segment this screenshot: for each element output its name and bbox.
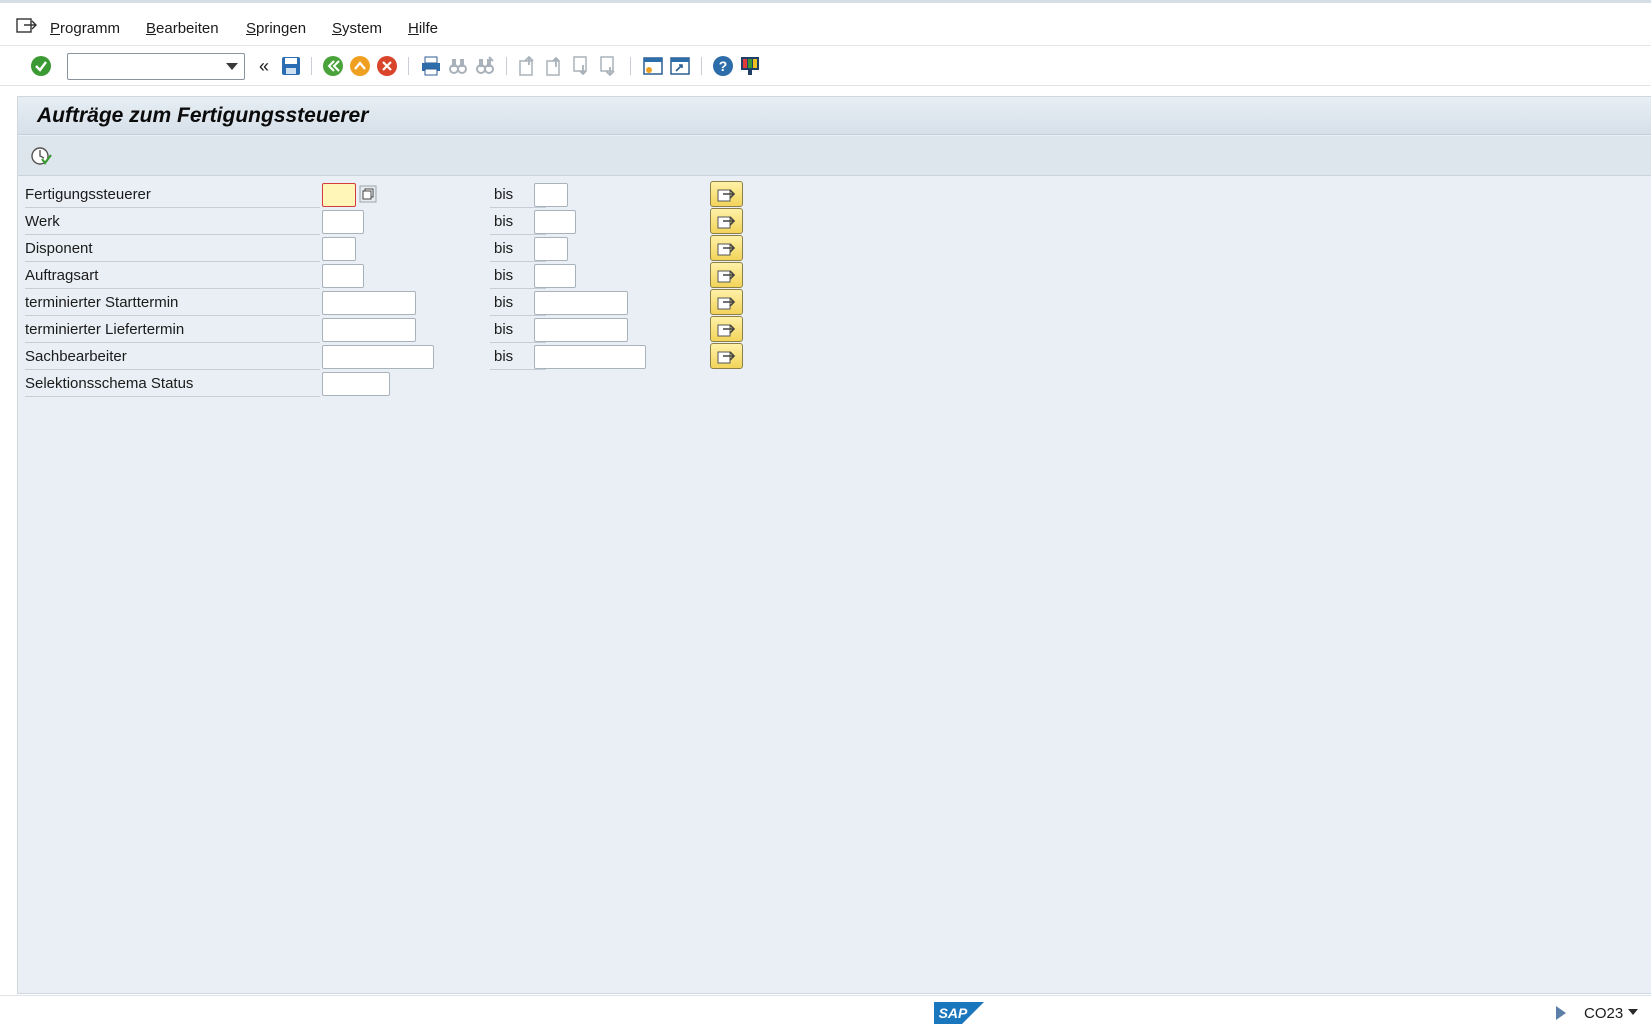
- previous-page-icon: [543, 54, 567, 78]
- disponent-to-input[interactable]: [535, 238, 567, 260]
- menu-hilfe[interactable]: Hilfe: [408, 20, 438, 37]
- sachbearbeiter-from-input[interactable]: [323, 346, 433, 368]
- selektionsschema-input[interactable]: [323, 373, 389, 395]
- starttermin-from-input[interactable]: [323, 292, 415, 314]
- fertigungssteuerer-from-input[interactable]: [323, 184, 355, 206]
- enter-check-icon[interactable]: [29, 54, 53, 78]
- cancel-icon[interactable]: [375, 54, 399, 78]
- status-expand-icon[interactable]: [1556, 1006, 1566, 1020]
- menu-bar: Programm Bearbeiten Springen System Hilf…: [0, 0, 1651, 46]
- standard-toolbar: « ?: [0, 46, 1651, 86]
- toolbar-separator: [630, 57, 631, 75]
- command-field[interactable]: [67, 53, 245, 80]
- auftragsart-to-input[interactable]: [535, 265, 575, 287]
- menu-exit-icon[interactable]: [16, 17, 38, 35]
- multiple-selection-button[interactable]: [710, 181, 743, 207]
- shortcut-icon[interactable]: [668, 54, 692, 78]
- fertigungssteuerer-to-field[interactable]: [534, 183, 568, 207]
- menu-bearbeiten[interactable]: Bearbeiten: [146, 20, 219, 37]
- field-label: terminierter Starttermin: [25, 294, 320, 316]
- selektionsschema-field[interactable]: [322, 372, 390, 396]
- toolbar-separator: [506, 57, 507, 75]
- field-label: Sachbearbeiter: [25, 348, 320, 370]
- multiple-selection-button[interactable]: [710, 262, 743, 288]
- menu-programm[interactable]: Programm: [50, 20, 120, 37]
- application-toolbar: [18, 136, 1651, 176]
- field-label: Disponent: [25, 240, 320, 262]
- liefertermin-from-field[interactable]: [322, 318, 416, 342]
- help-icon[interactable]: ?: [711, 54, 735, 78]
- main-area: Aufträge zum Fertigungssteuerer Fertigun…: [17, 96, 1651, 994]
- disponent-from-input[interactable]: [323, 238, 355, 260]
- fertigungssteuerer-from-field[interactable]: [322, 183, 356, 207]
- toolbar-separator: [408, 57, 409, 75]
- sachbearbeiter-from-field[interactable]: [322, 345, 434, 369]
- first-page-icon: [516, 54, 540, 78]
- command-input[interactable]: [68, 54, 218, 79]
- find-next-icon: [473, 54, 497, 78]
- werk-to-input[interactable]: [535, 211, 575, 233]
- svg-text:?: ?: [719, 58, 728, 74]
- werk-to-field[interactable]: [534, 210, 576, 234]
- menu-springen[interactable]: Springen: [246, 20, 306, 37]
- sachbearbeiter-to-field[interactable]: [534, 345, 646, 369]
- auftragsart-to-field[interactable]: [534, 264, 576, 288]
- werk-from-field[interactable]: [322, 210, 364, 234]
- find-icon: [446, 54, 470, 78]
- menu-system[interactable]: System: [332, 20, 382, 37]
- auftragsart-from-field[interactable]: [322, 264, 364, 288]
- liefertermin-to-field[interactable]: [534, 318, 628, 342]
- multiple-selection-button[interactable]: [710, 316, 743, 342]
- last-page-icon: [597, 54, 621, 78]
- starttermin-to-input[interactable]: [535, 292, 627, 314]
- create-session-icon[interactable]: [641, 54, 665, 78]
- status-bar: SAP CO23: [0, 995, 1651, 1029]
- execute-icon[interactable]: [30, 145, 52, 167]
- starttermin-to-field[interactable]: [534, 291, 628, 315]
- liefertermin-to-input[interactable]: [535, 319, 627, 341]
- title-bar: Aufträge zum Fertigungssteuerer: [18, 97, 1651, 135]
- sachbearbeiter-to-input[interactable]: [535, 346, 645, 368]
- customize-layout-icon[interactable]: [738, 54, 762, 78]
- back-icon[interactable]: [321, 54, 345, 78]
- auftragsart-from-input[interactable]: [323, 265, 363, 287]
- multiple-selection-button[interactable]: [710, 235, 743, 261]
- multiple-selection-button[interactable]: [710, 289, 743, 315]
- multiple-selection-button[interactable]: [710, 208, 743, 234]
- disponent-from-field[interactable]: [322, 237, 356, 261]
- exit-icon[interactable]: [348, 54, 372, 78]
- field-label: Selektionsschema Status: [25, 375, 320, 397]
- werk-from-input[interactable]: [323, 211, 363, 233]
- transaction-code: CO23: [1584, 1005, 1624, 1022]
- sap-logo-text: SAP: [939, 1005, 968, 1021]
- save-icon[interactable]: [279, 54, 303, 78]
- field-label: Auftragsart: [25, 267, 320, 289]
- toolbar-separator: [311, 57, 312, 75]
- next-page-icon: [570, 54, 594, 78]
- value-help-icon[interactable]: [359, 185, 377, 203]
- field-label: Werk: [25, 213, 320, 235]
- chevron-down-icon[interactable]: [1628, 1009, 1638, 1015]
- field-label: terminierter Liefertermin: [25, 321, 320, 343]
- fertigungssteuerer-to-input[interactable]: [535, 184, 567, 206]
- liefertermin-from-input[interactable]: [323, 319, 415, 341]
- chevron-down-icon[interactable]: [226, 63, 238, 70]
- field-label: Fertigungssteuerer: [25, 186, 320, 208]
- collapse-command-icon[interactable]: «: [252, 54, 276, 78]
- print-icon[interactable]: [419, 54, 443, 78]
- page-title: Aufträge zum Fertigungssteuerer: [37, 104, 369, 127]
- disponent-to-field[interactable]: [534, 237, 568, 261]
- starttermin-from-field[interactable]: [322, 291, 416, 315]
- multiple-selection-button[interactable]: [710, 343, 743, 369]
- toolbar-separator: [701, 57, 702, 75]
- sap-logo: SAP: [934, 1000, 984, 1026]
